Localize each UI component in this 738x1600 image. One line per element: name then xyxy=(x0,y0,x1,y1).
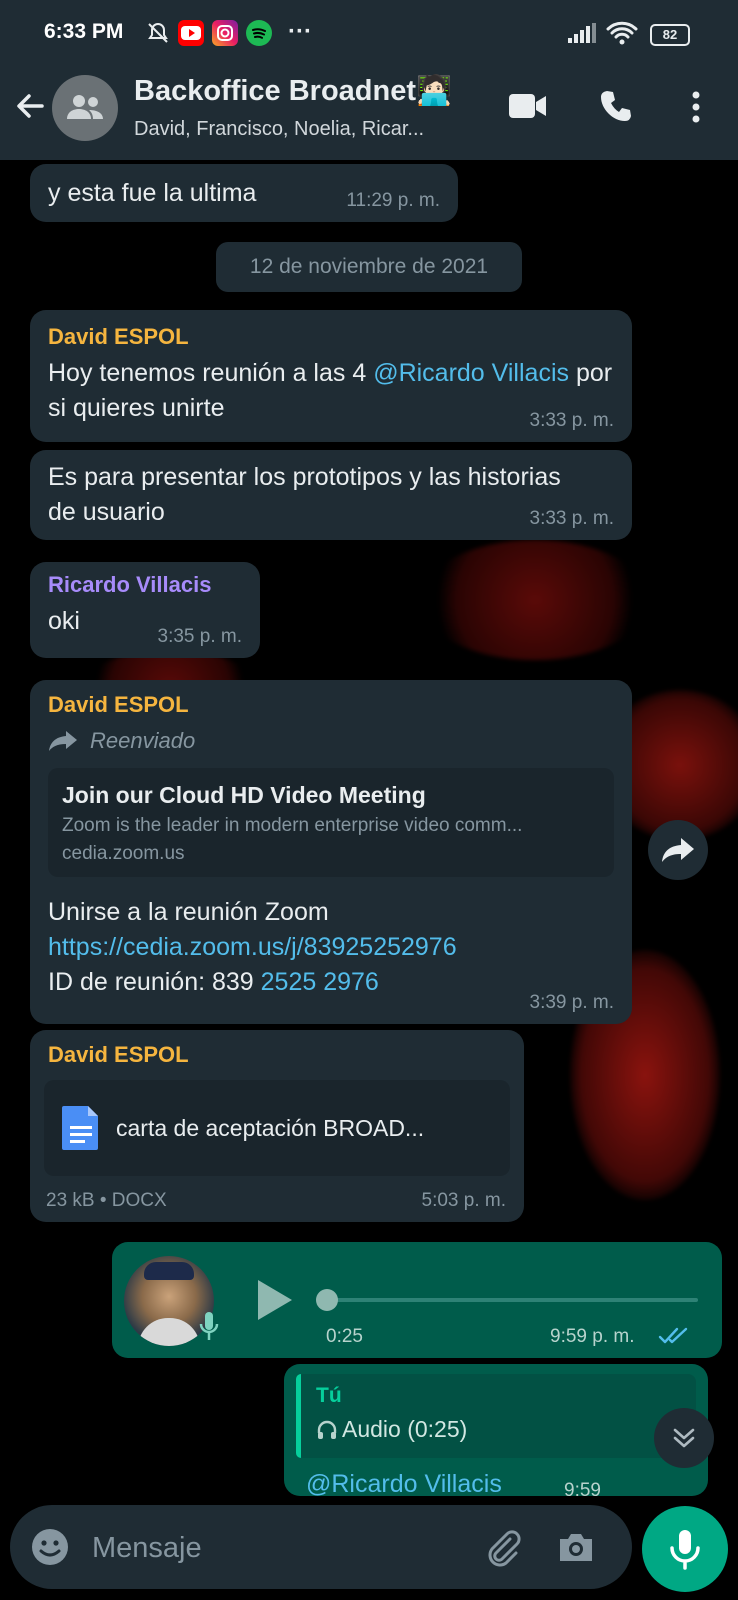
microphone-icon xyxy=(670,1530,700,1570)
play-icon xyxy=(258,1280,292,1320)
message-text: y esta fue la ultima xyxy=(48,179,257,207)
sender-name[interactable]: David ESPOL xyxy=(48,324,614,350)
message-bubble[interactable]: David ESPOL Hoy tenemos reunión a las 4 … xyxy=(30,310,632,442)
play-button[interactable] xyxy=(254,1278,294,1327)
message-time: 3:35 p. m. xyxy=(157,626,243,647)
quoted-author: Tú xyxy=(316,1384,342,1407)
message-composer[interactable] xyxy=(10,1505,632,1589)
attach-icon[interactable] xyxy=(482,1527,522,1572)
scroll-to-bottom-button[interactable] xyxy=(654,1408,714,1468)
message-time: 3:33 p. m. xyxy=(529,410,615,431)
group-icon xyxy=(67,95,103,119)
message-bubble[interactable]: Es para presentar los prototipos y las h… xyxy=(30,450,632,540)
voice-message-bubble[interactable]: 0:25 9:59 p. m. xyxy=(112,1242,722,1358)
audio-duration: 0:25 xyxy=(326,1326,363,1347)
instagram-icon xyxy=(212,20,238,46)
link-preview[interactable]: Join our Cloud HD Video Meeting Zoom is … xyxy=(48,768,614,877)
voice-record-button[interactable] xyxy=(642,1506,728,1592)
group-avatar[interactable] xyxy=(52,75,118,141)
double-chevron-down-icon xyxy=(673,1428,695,1448)
document-name: carta de aceptación BROAD... xyxy=(116,1114,425,1141)
battery-indicator: 82 xyxy=(650,24,690,46)
message-time: 5:03 p. m. xyxy=(421,1190,507,1211)
chat-title[interactable]: Backoffice Broadnet🧑🏻‍💻 xyxy=(134,74,452,108)
more-notifications-icon: ··· xyxy=(288,18,312,45)
status-time: 6:33 PM xyxy=(44,20,124,43)
headphones-icon xyxy=(317,1420,337,1439)
more-options-icon[interactable] xyxy=(690,90,702,129)
message-bubble[interactable]: y esta fue la ultima 11:29 p. m. xyxy=(30,164,458,222)
audio-scrubber-handle[interactable] xyxy=(316,1289,338,1311)
forwarded-label: Reenviado xyxy=(48,728,614,754)
message-bubble[interactable]: Ricardo Villacis oki 3:35 p. m. xyxy=(30,562,260,658)
preview-domain: cedia.zoom.us xyxy=(62,843,185,864)
forwarded-icon xyxy=(49,731,77,751)
document-icon xyxy=(62,1106,98,1150)
message-time: 9:59 p. m. xyxy=(550,1326,635,1347)
emoji-icon[interactable] xyxy=(30,1527,70,1572)
message-time: 3:39 p. m. xyxy=(529,992,615,1013)
wallpaper-shape xyxy=(420,540,650,660)
preview-title: Join our Cloud HD Video Meeting xyxy=(62,782,426,808)
document-attachment[interactable]: carta de aceptación BROAD... xyxy=(44,1080,510,1176)
message-bubble[interactable]: David ESPOL carta de aceptación BROAD...… xyxy=(30,1030,524,1222)
message-input[interactable] xyxy=(90,1525,474,1571)
sender-name[interactable]: David ESPOL xyxy=(48,1042,510,1068)
message-time: 3:33 p. m. xyxy=(529,508,615,529)
sender-name[interactable]: Ricardo Villacis xyxy=(48,572,242,598)
document-meta: 23 kB • DOCX xyxy=(46,1190,167,1211)
quoted-text: Audio (0:25) xyxy=(342,1416,468,1442)
reply-message-bubble[interactable]: Tú Audio (0:25) @Ricardo Villacis 9:59 xyxy=(284,1364,708,1496)
youtube-icon xyxy=(178,20,204,46)
voice-note-mic-icon xyxy=(198,1310,220,1349)
date-separator: 12 de noviembre de 2021 xyxy=(216,242,522,292)
preview-description: Zoom is the leader in modern enterprise … xyxy=(62,815,523,836)
message-time: 9:59 xyxy=(564,1480,601,1496)
message-text: Unirse a la reunión Zoom https://cedia.z… xyxy=(48,895,614,1000)
audio-progress-track[interactable] xyxy=(322,1298,698,1302)
voice-call-icon[interactable] xyxy=(598,88,634,129)
video-call-icon[interactable] xyxy=(508,92,548,125)
spotify-icon xyxy=(246,20,272,46)
mention-link[interactable]: @Ricardo Villacis xyxy=(373,359,569,387)
quoted-message[interactable]: Tú Audio (0:25) xyxy=(296,1374,696,1458)
mute-alarm-icon xyxy=(146,21,170,50)
back-arrow-icon[interactable] xyxy=(12,88,48,129)
forward-button[interactable] xyxy=(648,820,708,880)
meeting-url-link[interactable]: https://cedia.zoom.us/j/83925252976 xyxy=(48,930,614,965)
message-time: 11:29 p. m. xyxy=(346,190,440,211)
sender-name[interactable]: David ESPOL xyxy=(48,692,614,718)
camera-icon[interactable] xyxy=(556,1527,596,1572)
message-text: Es para presentar los prototipos y las h… xyxy=(48,463,561,526)
phone-number-link[interactable]: 2525 2976 xyxy=(261,968,379,996)
message-bubble[interactable]: David ESPOL Reenviado Join our Cloud HD … xyxy=(30,680,632,1024)
mention-link[interactable]: @Ricardo Villacis xyxy=(306,1470,502,1496)
read-receipt-icon xyxy=(658,1326,690,1351)
share-forward-icon xyxy=(662,838,694,862)
chat-participants[interactable]: David, Francisco, Noelia, Ricar... xyxy=(134,118,424,141)
wifi-icon xyxy=(606,20,638,51)
signal-icon xyxy=(566,22,598,49)
